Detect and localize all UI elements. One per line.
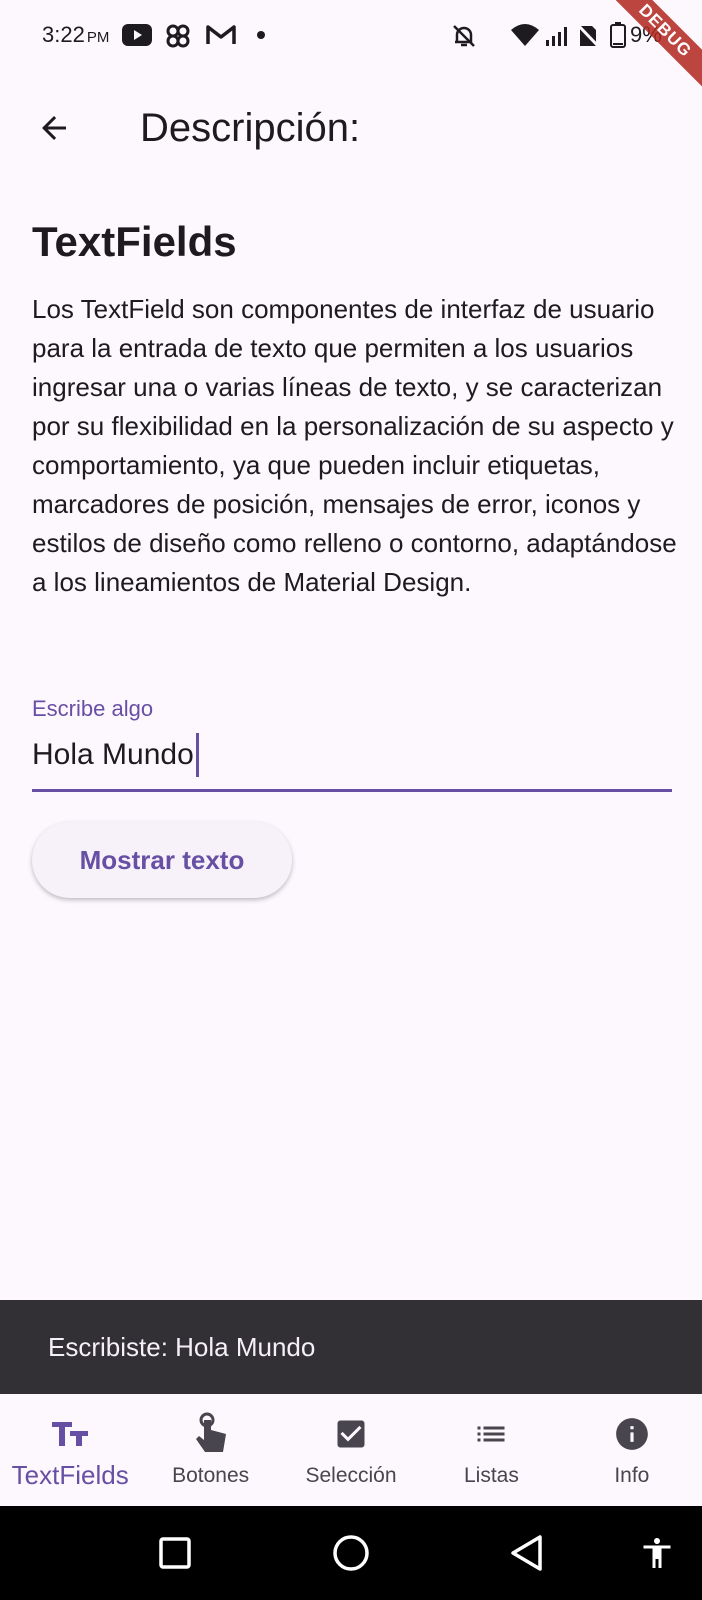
nav-item-info[interactable]: Info bbox=[562, 1394, 702, 1506]
text-cursor bbox=[195, 733, 199, 777]
text-field-underline bbox=[32, 789, 672, 792]
pinwheel-icon bbox=[166, 24, 190, 48]
nav-item-listas[interactable]: Listas bbox=[421, 1394, 561, 1506]
nav-label-botones: Botones bbox=[172, 1464, 250, 1487]
bottom-navigation: TextFields Botones Selección Listas Info bbox=[0, 1394, 702, 1506]
status-time-value: 3:22 bbox=[42, 22, 85, 47]
nav-item-seleccion[interactable]: Selección bbox=[281, 1394, 421, 1506]
system-back-button[interactable] bbox=[504, 1530, 550, 1576]
nav-label-seleccion: Selección bbox=[305, 1464, 397, 1487]
status-time-ampm: PM bbox=[86, 29, 110, 46]
accessibility-icon bbox=[643, 1538, 671, 1568]
checkbox-icon bbox=[329, 1412, 373, 1456]
nav-label-info: Info bbox=[614, 1464, 650, 1487]
nav-label-listas: Listas bbox=[463, 1464, 519, 1487]
page-title: Descripción: bbox=[140, 106, 361, 150]
recents-button[interactable] bbox=[152, 1530, 198, 1576]
snackbar: Escribiste: Hola Mundo bbox=[0, 1300, 702, 1394]
snackbar-message: Escribiste: Hola Mundo bbox=[48, 1332, 316, 1362]
show-text-button[interactable]: Mostrar texto bbox=[32, 822, 292, 898]
list-icon bbox=[469, 1412, 513, 1456]
status-time: 3:22 PM bbox=[42, 22, 109, 48]
recents-icon bbox=[159, 1537, 191, 1569]
home-button[interactable] bbox=[328, 1530, 374, 1576]
description-text: Los TextField son componentes de interfa… bbox=[32, 294, 677, 597]
text-field-input[interactable]: Hola Mundo bbox=[32, 733, 199, 777]
system-navigation-bar bbox=[0, 1506, 702, 1600]
text-fields-icon bbox=[48, 1412, 92, 1456]
arrow-back-icon bbox=[42, 116, 66, 140]
nav-label-textfields: TextFields bbox=[11, 1460, 129, 1490]
wifi-icon bbox=[511, 24, 539, 46]
accessibility-button[interactable] bbox=[634, 1530, 680, 1576]
signal-icon bbox=[546, 27, 567, 46]
gmail-icon bbox=[206, 25, 236, 44]
youtube-icon bbox=[122, 24, 152, 46]
no-sim-icon bbox=[576, 22, 600, 48]
notifications-off-icon bbox=[453, 25, 475, 47]
nav-item-botones[interactable]: Botones bbox=[140, 1394, 280, 1506]
nav-item-textfields[interactable]: TextFields bbox=[0, 1394, 140, 1506]
back-button[interactable] bbox=[28, 102, 80, 154]
home-icon bbox=[333, 1535, 369, 1571]
info-icon bbox=[610, 1412, 654, 1456]
status-bar: 3:22 PM 9% DEBUG bbox=[0, 0, 702, 94]
touch-icon bbox=[189, 1412, 233, 1456]
app-bar: Descripción: bbox=[0, 80, 702, 176]
battery-icon bbox=[610, 22, 626, 48]
text-field-label: Escribe algo bbox=[32, 696, 154, 721]
text-field-value: Hola Mundo bbox=[32, 738, 194, 771]
dot-icon bbox=[257, 31, 265, 39]
back-triangle-icon bbox=[511, 1535, 542, 1571]
section-title: TextFields bbox=[32, 218, 237, 265]
